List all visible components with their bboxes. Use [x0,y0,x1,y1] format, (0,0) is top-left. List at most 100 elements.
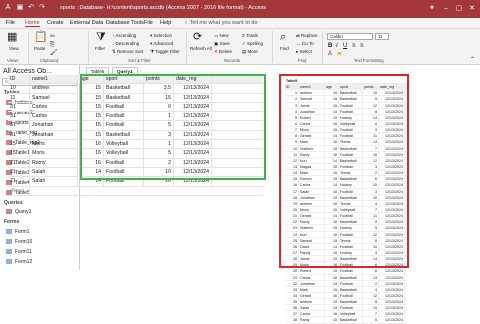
remove-sort-button[interactable]: ⇅ Remove Sort [112,49,143,55]
table-cell[interactable]: Carlos [30,112,78,121]
table-cell[interactable]: 12/13/2024 [379,280,405,286]
goto-button[interactable]: → Go To [296,41,314,46]
avatar[interactable]: ● [428,4,436,12]
table-cell[interactable]: 12/13/2024 [379,305,405,311]
table-cell[interactable]: 10 [363,305,379,311]
column-header[interactable]: name1 [30,75,78,84]
table-cell[interactable]: 11 [8,93,30,102]
collapse-ribbon-icon[interactable]: ⌃ [470,56,475,65]
table-cell[interactable]: Football [339,305,363,311]
nav-title[interactable]: All Access Ob... [3,68,52,75]
nav-item-form[interactable]: Form11 [6,249,32,255]
toggle-filter-button[interactable]: ⧩ Toggle Filter [150,49,180,54]
table-cell[interactable]: 32 [285,280,299,286]
menu-help[interactable]: Help [160,20,171,26]
table-cell[interactable]: Moris [30,140,78,149]
table-cell[interactable]: 31 [8,121,30,130]
view-icon[interactable]: ▦ [7,32,17,43]
font-name-select[interactable]: Calibri [327,33,373,40]
nav-item-form[interactable]: Form10 [6,239,32,245]
table-cell[interactable]: 37 [285,311,299,317]
nav-section-queries[interactable]: Queries [4,200,23,206]
table-cell[interactable]: 36 [285,305,299,311]
menu-create[interactable]: Create [47,20,64,26]
table-cell[interactable]: 14 [325,305,339,311]
selection-button[interactable]: ▾ Selection [150,33,172,39]
filter-icon[interactable]: ⧩ [96,32,106,43]
table-cell[interactable]: 16 [325,274,339,280]
table-cell[interactable]: 31 [8,130,30,140]
ascending-button[interactable]: ↑ Ascending [112,33,136,38]
nav-item-form[interactable]: Form1 [6,229,29,235]
descending-button[interactable]: ↓ Descending [112,41,139,46]
nav-item-form[interactable]: Form12 [6,259,32,265]
table-cell[interactable]: 38 [285,317,299,323]
font-color-icon[interactable]: A [328,50,332,59]
advanced-button[interactable]: ▾ Advanced [150,41,173,47]
nav-item-query[interactable]: Query1 [6,209,31,215]
tell-me-search[interactable]: ♁ Tell me what you want to do [184,20,257,26]
table-cell[interactable]: Salah [30,177,78,186]
table-cell[interactable]: Basketball [339,286,363,292]
table-cell[interactable]: 12/13/2024 [379,299,405,305]
nav-section-forms[interactable]: Forms [4,219,19,225]
more-button[interactable]: ▤ More [242,49,258,55]
filter-button[interactable]: Filter [95,46,105,51]
delete-record-button[interactable]: ✕ Delete [214,49,232,55]
highlight-icon[interactable]: ▰ [337,50,342,59]
table-cell[interactable]: 13 [363,274,379,280]
table-cell[interactable]: Carlos [30,102,78,112]
table-cell[interactable]: 21 [8,158,30,167]
table-cell[interactable]: Salah [30,167,78,177]
format-painter-icon[interactable]: 🖌 [50,49,58,58]
table-cell[interactable]: 35 [285,299,299,305]
table-cell[interactable]: 12/13/2024 [379,286,405,292]
totals-button[interactable]: Σ Totals [242,33,258,38]
table-cell[interactable]: 12/13/2024 [379,274,405,280]
table-cell[interactable]: Jonathan [30,130,78,140]
save-record-button[interactable]: ▣ Save [214,41,230,47]
table-cell[interactable]: 2 [363,280,379,286]
table-cell[interactable]: 33 [285,286,299,292]
table-cell[interactable]: Basketball [339,317,363,323]
find-icon[interactable]: ⌕ [280,32,286,43]
table-cell[interactable]: 16 [325,311,339,317]
new-record-row[interactable]: (New) [8,186,263,196]
save-icon[interactable]: ▣ [16,4,24,12]
table-cell[interactable]: 12/13/2024 [379,268,405,274]
table-cell[interactable]: 31 [285,274,299,280]
table-cell[interactable]: Football [339,268,363,274]
font-size-select[interactable]: 11 [375,33,389,40]
table-cell[interactable]: 15 [8,140,30,149]
table-cell[interactable]: Basketball [339,299,363,305]
minimize-button[interactable]: – [440,3,452,14]
table-cell[interactable]: 4 [363,286,379,292]
refresh-all-button[interactable]: Refresh All [190,46,212,51]
table-cell[interactable]: Ramy [30,158,78,167]
table-cell[interactable]: Basketball [339,274,363,280]
table-cell[interactable]: andrew [30,84,78,93]
maximize-button[interactable]: ▢ [453,3,465,14]
redo-icon[interactable]: ↷ [38,4,46,12]
table-cell[interactable]: 21 [8,167,30,177]
table-cell[interactable]: 12 [363,292,379,299]
table-cell[interactable]: 12/13/2024 [379,317,405,323]
refresh-icon[interactable]: ⟳ [193,32,202,43]
table-cell[interactable]: Moris [30,149,78,158]
table-cell[interactable]: 14 [325,280,339,286]
table-cell[interactable]: 12/13/2024 [379,292,405,299]
table-cell[interactable]: 31 [8,102,30,112]
table-cell[interactable]: 6 [363,268,379,274]
table-cell[interactable]: 15 [325,286,339,292]
close-button[interactable]: ✕ [466,3,478,14]
table-cell[interactable]: 15 [8,149,30,158]
table-cell[interactable]: 30 [285,268,299,274]
table-cell[interactable]: 10 [8,84,30,93]
spelling-button[interactable]: ✓ Spelling [242,41,263,47]
table-cell[interactable]: Salah [299,305,325,311]
table-cell[interactable]: 31 [8,112,30,121]
find-button[interactable]: Find [280,46,289,51]
table-cell[interactable]: 5 [363,317,379,323]
table-cell[interactable]: Jonathan [30,121,78,130]
select-button[interactable]: ▸ Select [296,49,312,55]
